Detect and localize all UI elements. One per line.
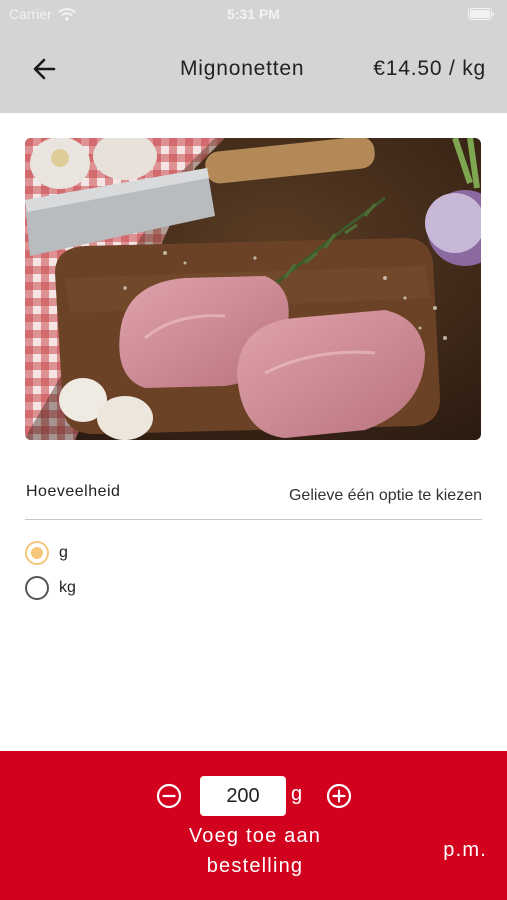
- minus-circle-icon[interactable]: [156, 783, 182, 809]
- battery-icon: [468, 8, 494, 20]
- unit-option-label: kg: [59, 579, 76, 596]
- section-divider: [25, 519, 482, 520]
- order-total: p.m.: [443, 839, 487, 861]
- navigation-bar: Mignonetten €14.50 / kg: [0, 44, 507, 94]
- quantity-label: Hoeveelheid: [26, 483, 121, 500]
- status-time: 5:31 PM: [227, 6, 280, 22]
- status-bar: Carrier 5:31 PM: [0, 0, 507, 28]
- add-to-order-button[interactable]: Voeg toe aan bestelling: [160, 821, 350, 881]
- unit-option-g[interactable]: g: [25, 541, 68, 565]
- product-image: [25, 138, 481, 440]
- arrow-left-icon[interactable]: [30, 56, 60, 82]
- order-footer: g Voeg toe aan bestelling p.m.: [0, 751, 507, 900]
- top-bar: Carrier 5:31 PM Mignonetten €14.50 / kg: [0, 0, 507, 113]
- quantity-unit: g: [291, 783, 303, 805]
- quantity-input[interactable]: [200, 776, 286, 816]
- unit-option-kg[interactable]: kg: [25, 576, 76, 600]
- price-per-unit: €14.50 / kg: [373, 57, 486, 80]
- quantity-hint: Gelieve één optie te kiezen: [288, 487, 482, 504]
- radio-selected-icon[interactable]: [25, 541, 49, 565]
- plus-circle-icon[interactable]: [326, 783, 352, 809]
- page-title: Mignonetten: [180, 57, 305, 80]
- radio-unselected-icon[interactable]: [25, 576, 49, 600]
- unit-option-label: g: [59, 544, 68, 561]
